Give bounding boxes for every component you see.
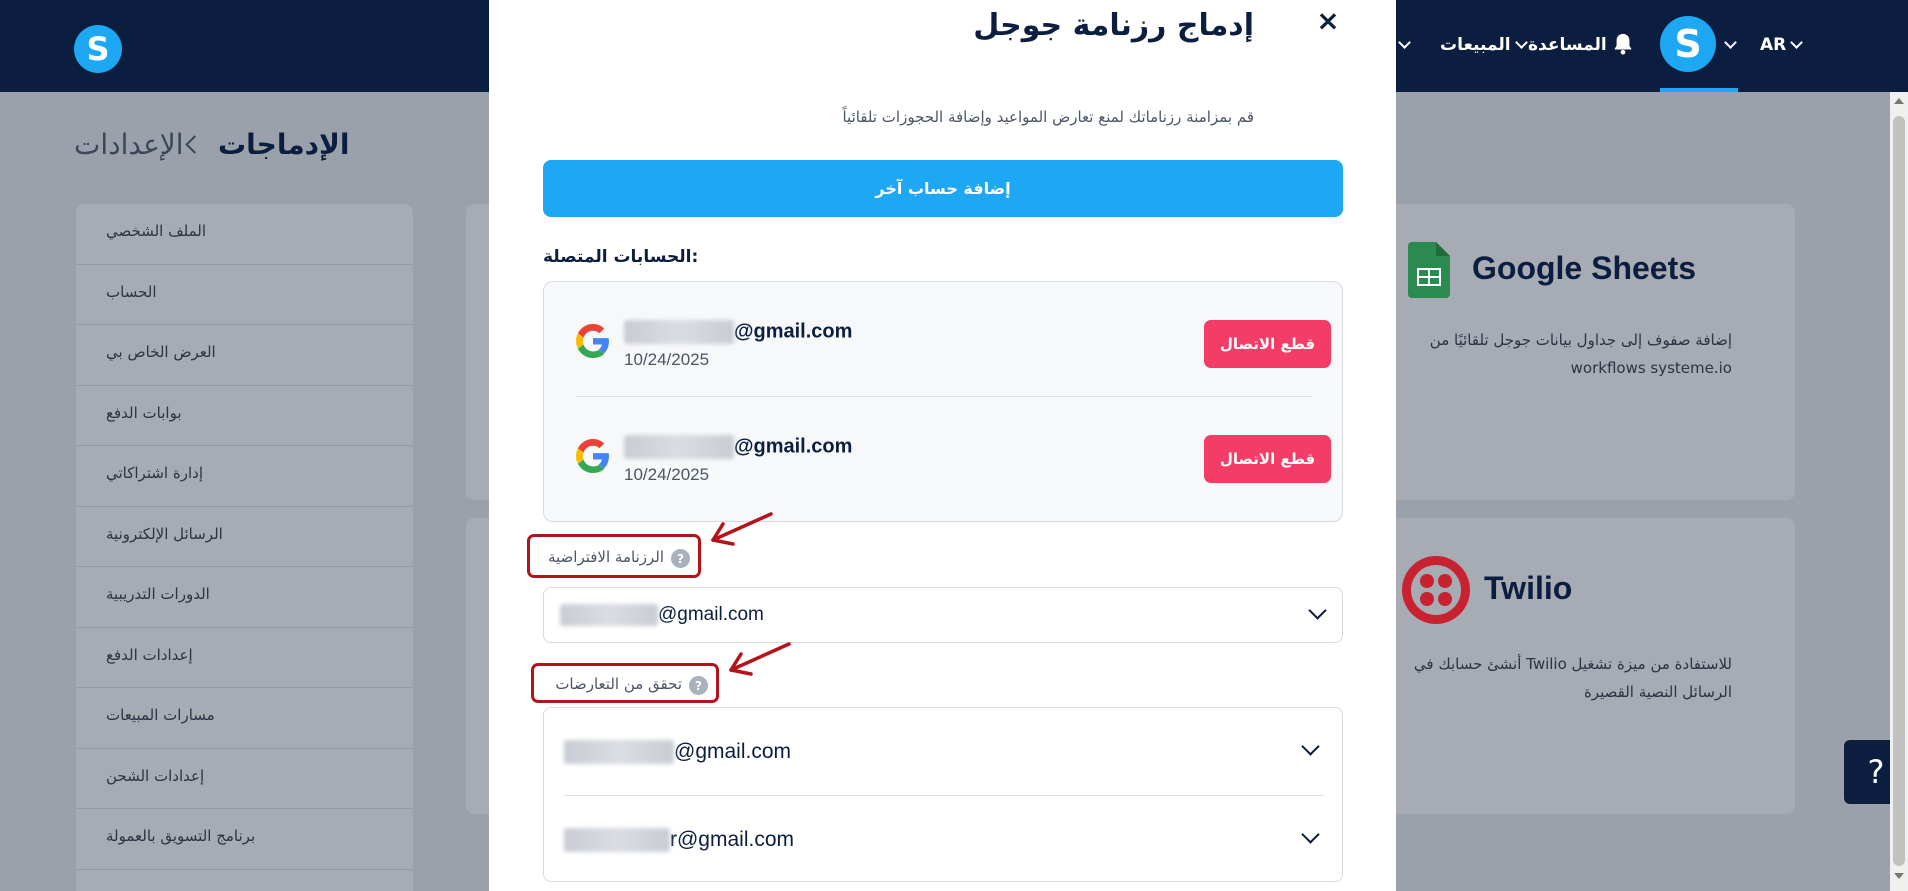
redacted-text: [564, 828, 670, 853]
sidebar-item-profile[interactable]: الملف الشخصي: [76, 204, 413, 265]
google-sheets-icon: [1408, 242, 1450, 298]
connected-accounts-list: @gmail.com 10/24/2025 قطع الاتصال @gmail…: [543, 281, 1343, 522]
extra-menu-toggle[interactable]: [1398, 30, 1411, 60]
sales-menu[interactable]: المبيعات: [1440, 30, 1528, 60]
account-row: @gmail.com 10/24/2025 قطع الاتصال: [576, 396, 1331, 510]
modal-title: إدماج رزنامة جوجل: [973, 8, 1254, 43]
sidebar-item-courses[interactable]: الدورات التدريبية: [76, 567, 413, 628]
scrollbar-thumb[interactable]: [1893, 116, 1905, 866]
google-calendar-modal: × إدماج رزنامة جوجل قم بمزامنة رزناماتك …: [489, 0, 1396, 891]
check-conflicts-label-highlight: تحقق من التعارضات ?: [531, 663, 719, 703]
avatar-menu-toggle[interactable]: [1724, 30, 1737, 60]
help-question-icon[interactable]: ?: [671, 549, 690, 568]
help-question-icon[interactable]: ?: [689, 676, 708, 695]
disconnect-button[interactable]: قطع الاتصال: [1204, 435, 1331, 483]
sidebar-item-account[interactable]: الحساب: [76, 265, 413, 325]
twilio-icon: [1402, 556, 1470, 624]
language-selector[interactable]: AR: [1760, 30, 1804, 60]
chevron-down-icon: [1308, 601, 1327, 620]
default-calendar-domain: @gmail.com: [658, 604, 764, 626]
breadcrumb-chevron-icon: [185, 135, 204, 154]
redacted-text: [564, 740, 674, 765]
google-icon: [576, 324, 609, 358]
account-email: @gmail.com: [624, 435, 852, 459]
conflict-calendar-value: r@gmail.com: [564, 828, 795, 853]
google-sheets-description: إضافة صفوف إلى جداول بيانات جوجل تلقائيً…: [1429, 331, 1732, 377]
sidebar-item-emails[interactable]: الرسائل الإلكترونية: [76, 507, 413, 567]
help-menu[interactable]: المساعدة: [1528, 30, 1607, 60]
account-date: 10/24/2025: [624, 350, 710, 369]
account-email-domain: @gmail.com: [734, 320, 853, 343]
conflict-calendar-domain: r@gmail.com: [670, 828, 795, 851]
google-sheets-title: Google Sheets: [1472, 250, 1697, 286]
chevron-down-icon: [1398, 36, 1411, 49]
conflict-calendar-domain: @gmail.com: [674, 740, 792, 763]
conflict-calendar-value: @gmail.com: [564, 740, 792, 765]
connected-accounts-heading: الحسابات المتصلة:: [543, 247, 699, 267]
annotation-arrow-icon: [711, 512, 773, 546]
redacted-text: [624, 320, 734, 344]
twilio-description: للاستفادة من ميزة تشغيل Twilio أنشئ حساب…: [1413, 655, 1732, 701]
chevron-down-icon: [1514, 36, 1528, 49]
account-row: @gmail.com 10/24/2025 قطع الاتصال: [576, 282, 1331, 396]
default-calendar-label-highlight: الرزنامة الافتراضية ?: [527, 534, 701, 578]
default-calendar-select[interactable]: @gmail.com: [543, 587, 1343, 643]
twilio-title: Twilio: [1484, 570, 1573, 606]
brand-logo[interactable]: S: [74, 25, 122, 73]
redacted-text: [624, 435, 734, 459]
notifications-bell-icon[interactable]: [1612, 32, 1634, 56]
account-email-domain: @gmail.com: [734, 435, 853, 458]
modal-subtitle: قم بمزامنة رزناماتك لمنع تعارض المواعيد …: [842, 108, 1254, 126]
sidebar-item-my-offer[interactable]: العرض الخاص بي: [76, 325, 413, 386]
settings-sidebar: الملف الشخصي الحساب العرض الخاص بي بوابا…: [76, 204, 413, 891]
sidebar-item-payment-gateways[interactable]: بوابات الدفع: [76, 386, 413, 446]
twilio-card[interactable]: Twilio للاستفادة من ميزة تشغيل Twilio أن…: [1380, 518, 1795, 814]
default-calendar-label: الرزنامة الافتراضية: [547, 548, 664, 566]
sidebar-item-affiliate[interactable]: برنامج التسويق بالعمولة: [76, 809, 413, 870]
conflict-calendar-select[interactable]: @gmail.com: [564, 708, 1324, 795]
chevron-down-icon: [1301, 737, 1320, 756]
breadcrumb-parent[interactable]: الإعدادات: [74, 128, 184, 161]
page-title: الإدماجات: [218, 128, 350, 161]
chevron-down-icon: [1790, 36, 1804, 49]
help-menu-label: المساعدة: [1528, 35, 1607, 55]
sidebar-item-funnels[interactable]: مسارات المبيعات: [76, 688, 413, 749]
chevron-down-icon: [1724, 36, 1737, 49]
annotation-arrow-icon: [729, 642, 791, 676]
google-sheets-card[interactable]: Google Sheets إضافة صفوف إلى جداول بيانا…: [1380, 204, 1795, 500]
account-email: @gmail.com: [624, 320, 852, 344]
user-avatar[interactable]: S: [1660, 16, 1716, 72]
scroll-down-icon[interactable]: [1894, 873, 1904, 879]
close-button[interactable]: ×: [1315, 4, 1341, 37]
chevron-down-icon: [1301, 825, 1320, 844]
disconnect-button[interactable]: قطع الاتصال: [1204, 320, 1331, 368]
conflict-calendars-list: @gmail.com r@gmail.com: [543, 707, 1343, 882]
scroll-up-icon[interactable]: [1894, 98, 1904, 104]
sales-menu-label: المبيعات: [1440, 35, 1511, 55]
conflict-calendar-select[interactable]: r@gmail.com: [564, 795, 1324, 882]
sidebar-item-subscriptions[interactable]: إدارة اشتراكاتي: [76, 446, 413, 507]
account-date: 10/24/2025: [624, 465, 710, 484]
redacted-text: [560, 604, 658, 626]
sidebar-item-payment-settings[interactable]: إعدادات الدفع: [76, 628, 413, 688]
sidebar-item-shipping[interactable]: إعدادات الشحن: [76, 749, 413, 809]
add-account-button[interactable]: إضافة حساب آخر: [543, 160, 1343, 217]
language-label: AR: [1760, 35, 1787, 55]
default-calendar-value: @gmail.com: [560, 604, 764, 626]
active-indicator: [1660, 88, 1738, 92]
check-conflicts-label: تحقق من التعارضات: [555, 675, 682, 693]
google-icon: [576, 439, 609, 473]
